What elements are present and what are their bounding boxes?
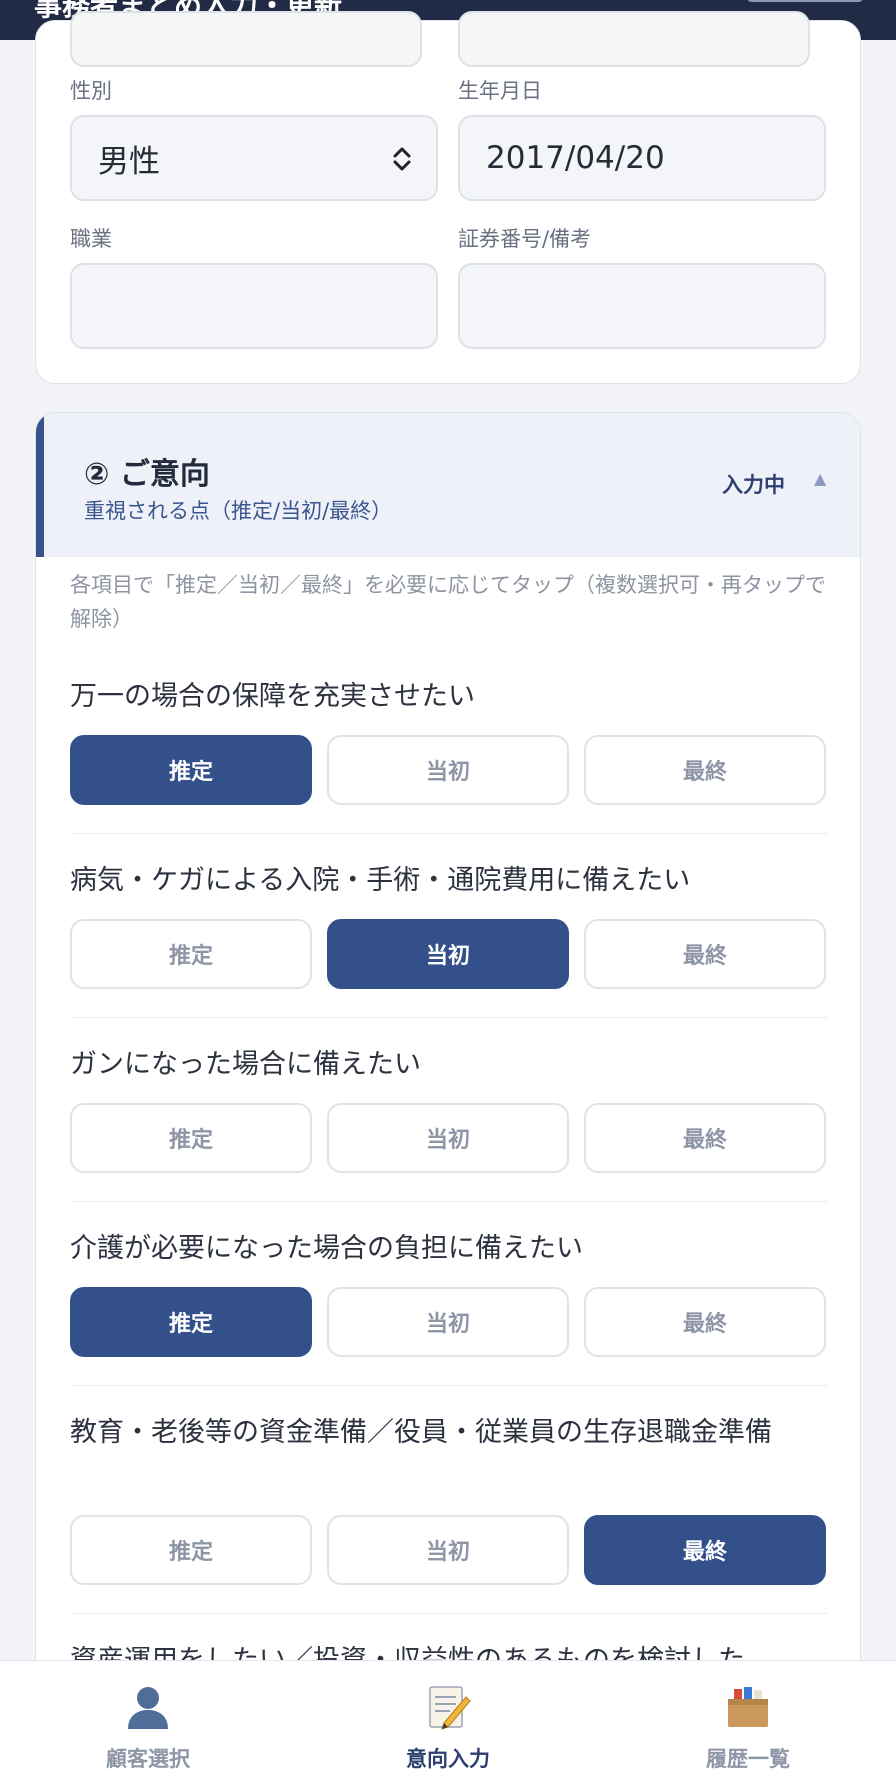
question-label: 教育・老後等の資金準備／役員・従業員の生存退職金準備 (70, 1417, 772, 1448)
question-label: 病気・ケガによる入院・手術・通院費用に備えたい (70, 865, 691, 896)
divider (70, 1017, 828, 1018)
customer-info-card: 性別 男性 生年月日 2017/04/20 職業 証券番号/備考 (35, 11, 861, 384)
section-subtitle: 重視される点（推定/当初/最終） (84, 499, 393, 523)
section-status: 入力中 (722, 473, 785, 497)
option-initial-button[interactable]: 当初 (327, 919, 569, 989)
card-box-icon (728, 1687, 768, 1727)
nav-customer-select[interactable]: 顧客選択 (48, 1661, 248, 1779)
birthdate-value: 2017/04/20 (486, 140, 665, 176)
option-final-button[interactable]: 最終 (584, 1515, 826, 1585)
divider (70, 833, 828, 834)
section-hint: 各項目で「推定／当初／最終」を必要に応じてタップ（複数選択可・再タップで解除） (70, 573, 826, 631)
name-kana-input-partial[interactable] (458, 11, 810, 67)
option-estimate-button[interactable]: 推定 (70, 1103, 312, 1173)
option-initial-button[interactable]: 当初 (327, 1287, 569, 1357)
option-initial-button[interactable]: 当初 (327, 735, 569, 805)
option-final-button[interactable]: 最終 (584, 919, 826, 989)
policy-note-input[interactable] (458, 263, 826, 349)
option-final-button[interactable]: 最終 (584, 1103, 826, 1173)
divider (70, 1201, 828, 1202)
nav-intent-input[interactable]: 意向入力 (348, 1661, 548, 1779)
option-initial-button[interactable]: 当初 (327, 1515, 569, 1585)
policy-note-label: 証券番号/備考 (458, 227, 592, 251)
option-initial-button[interactable]: 当初 (327, 1103, 569, 1173)
divider (70, 1613, 828, 1614)
header-button[interactable] (746, 0, 864, 2)
gender-select[interactable]: 男性 (70, 115, 438, 201)
gender-label: 性別 (70, 79, 112, 103)
select-updown-icon (393, 147, 411, 171)
option-estimate-button[interactable]: 推定 (70, 735, 312, 805)
person-icon (128, 1687, 168, 1729)
option-estimate-button[interactable]: 推定 (70, 1287, 312, 1357)
birthdate-label: 生年月日 (458, 79, 542, 103)
divider (70, 1385, 828, 1386)
question-label: 介護が必要になった場合の負担に備えたい (70, 1233, 583, 1264)
nav-label: 顧客選択 (106, 1747, 190, 1771)
intent-section-card: ② ご意向 重視される点（推定/当初/最終） 入力中 ▲ 各項目で「推定／当初／… (35, 412, 861, 1779)
collapse-caret-icon[interactable]: ▲ (814, 469, 826, 488)
question-label: ガンになった場合に備えたい (70, 1049, 421, 1080)
option-estimate-button[interactable]: 推定 (70, 1515, 312, 1585)
gender-value: 男性 (98, 143, 160, 180)
intent-section-header[interactable]: ② ご意向 重視される点（推定/当初/最終） 入力中 ▲ (36, 413, 860, 557)
section-title: ② ご意向 (84, 457, 210, 492)
occupation-input[interactable] (70, 263, 438, 349)
option-estimate-button[interactable]: 推定 (70, 919, 312, 989)
nav-history-list[interactable]: 履歴一覧 (648, 1661, 848, 1779)
option-final-button[interactable]: 最終 (584, 735, 826, 805)
option-final-button[interactable]: 最終 (584, 1287, 826, 1357)
question-label: 万一の場合の保障を充実させたい (70, 681, 475, 712)
occupation-label: 職業 (70, 227, 112, 251)
nav-label: 意向入力 (406, 1747, 490, 1771)
nav-label: 履歴一覧 (706, 1747, 790, 1771)
birthdate-input[interactable]: 2017/04/20 (458, 115, 826, 201)
bottom-nav: 顧客選択 意向入力 履歴一覧 (0, 1660, 896, 1779)
memo-pencil-icon (429, 1686, 471, 1730)
name-input-partial[interactable] (70, 11, 422, 67)
